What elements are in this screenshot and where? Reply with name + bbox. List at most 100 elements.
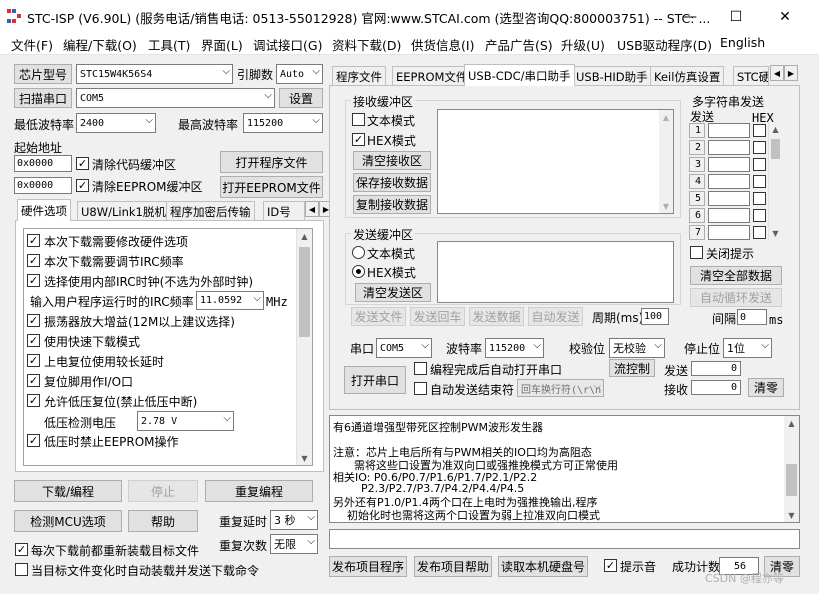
eeprom-address-input[interactable]: 0x0000 [14, 177, 72, 194]
menu-debug[interactable]: 调试接口(G) [253, 35, 322, 54]
stop-bits-select[interactable]: 1位 ⌵ [723, 338, 772, 358]
minimize-button[interactable]: — [667, 0, 713, 33]
multi-row-hex-checkbox[interactable] [753, 175, 766, 188]
serial-port-select[interactable]: COM5 ⌵ [376, 338, 432, 358]
multi-row-input[interactable] [708, 225, 750, 240]
send-textarea[interactable] [437, 241, 674, 303]
tab-program-file[interactable]: 程序文件 [332, 66, 386, 86]
beep-checkbox[interactable] [604, 559, 617, 572]
tab-keil-debug[interactable]: Keil仿真设置 [650, 66, 725, 86]
info-message-area[interactable]: 有6通道增强型带死区控制PWM波形发生器 注意：芯片上电后所有与PWM相关的IO口… [329, 415, 800, 523]
open-eeprom-file-button[interactable]: 打开EEPROM文件 [220, 176, 323, 198]
chevron-left-icon[interactable]: ◀ [770, 65, 784, 81]
scan-port-button[interactable]: 扫描串口 [14, 88, 72, 108]
auto-open-port-checkbox[interactable] [414, 362, 427, 375]
tab-u8w-link1[interactable]: U8W/Link1脱机 [77, 201, 170, 221]
scroll-down-icon[interactable]: ▼ [784, 508, 799, 522]
scroll-thumb[interactable] [786, 464, 797, 496]
receive-scrollbar[interactable]: ▲ ▼ [659, 110, 673, 213]
close-hint-checkbox[interactable] [690, 246, 703, 259]
auto-loop-send-button[interactable]: 自动循环发送 [690, 288, 782, 307]
menu-tools[interactable]: 工具(T) [148, 35, 190, 54]
multi-row-hex-checkbox[interactable] [753, 192, 766, 205]
menu-ads[interactable]: 产品广告(S) [485, 35, 553, 54]
menu-program[interactable]: 编程/下载(O) [63, 35, 137, 54]
multi-row-input[interactable] [708, 174, 750, 189]
chevron-left-icon[interactable]: ◀ [305, 201, 319, 217]
irc-frequency-select[interactable]: 11.0592 ⌵ [196, 291, 264, 310]
option-checkbox[interactable] [27, 434, 40, 447]
clear-eeprom-checkbox[interactable] [76, 179, 89, 192]
newline-select[interactable]: 回车换行符(\r\n) ⌵ [517, 379, 604, 397]
send-return-button[interactable]: 发送回车 [410, 307, 465, 326]
option-checkbox[interactable] [27, 274, 40, 287]
scroll-up-icon[interactable]: ▲ [297, 229, 312, 243]
pin-count-select[interactable]: Auto ⌵ [276, 64, 323, 84]
baud-rate-select[interactable]: 115200 ⌵ [485, 338, 544, 358]
multi-row-input[interactable] [708, 157, 750, 172]
chevron-right-icon[interactable]: ▶ [784, 65, 798, 81]
multi-string-scrollbar[interactable]: ▲ ▼ [768, 122, 782, 240]
multi-row-input[interactable] [708, 140, 750, 155]
detect-mcu-button[interactable]: 检测MCU选项 [14, 510, 122, 532]
option-checkbox[interactable] [27, 254, 40, 267]
repeat-program-button[interactable]: 重复编程 [205, 480, 313, 502]
menu-interface[interactable]: 界面(L) [201, 35, 243, 54]
scroll-up-icon[interactable]: ▲ [769, 122, 782, 136]
send-hex-mode-radio[interactable] [352, 265, 365, 278]
scroll-thumb[interactable] [299, 247, 310, 337]
save-receive-button[interactable]: 保存接收数据 [353, 173, 431, 192]
repeat-count-select[interactable]: 无限 ⌵ [270, 534, 318, 554]
multi-row-hex-checkbox[interactable] [753, 226, 766, 239]
publish-program-button[interactable]: 发布项目程序 [329, 556, 407, 577]
clear-all-data-button[interactable]: 清空全部数据 [690, 266, 782, 285]
scroll-down-icon[interactable]: ▼ [297, 451, 312, 465]
recv-hex-mode-checkbox[interactable] [352, 133, 365, 146]
menu-supply[interactable]: 供货信息(I) [411, 35, 474, 54]
option-checkbox[interactable] [27, 234, 40, 247]
tab-usb-cdc-serial[interactable]: USB-CDC/串口助手 [464, 64, 575, 86]
period-input[interactable]: 100 [641, 308, 669, 325]
auto-send-button[interactable]: 自动发送 [528, 307, 583, 326]
scroll-thumb[interactable] [771, 139, 780, 159]
option-checkbox[interactable] [27, 394, 40, 407]
auto-send-terminator-checkbox[interactable] [414, 382, 427, 395]
recv-text-mode-checkbox[interactable] [352, 113, 365, 126]
publish-help-button[interactable]: 发布项目帮助 [414, 556, 492, 577]
lvd-select[interactable]: 2.78 V ⌵ [137, 411, 234, 431]
copy-receive-button[interactable]: 复制接收数据 [353, 195, 431, 214]
menu-docs[interactable]: 资料下载(D) [332, 35, 401, 54]
multi-row-input[interactable] [708, 123, 750, 138]
interval-input[interactable]: 0 [737, 309, 767, 325]
read-disk-id-button[interactable]: 读取本机硬盘号 [498, 556, 588, 577]
parity-select[interactable]: 无校验 ⌵ [609, 338, 665, 358]
clear-counts-button[interactable]: 清零 [748, 378, 784, 397]
stop-button[interactable]: 停止 [128, 480, 198, 502]
auto-load-checkbox[interactable] [15, 563, 28, 576]
tab-eeprom-file[interactable]: EEPROM文件 [392, 66, 472, 86]
multi-row-input[interactable] [708, 191, 750, 206]
reload-before-download-checkbox[interactable] [15, 543, 28, 556]
settings-button[interactable]: 设置 [279, 88, 323, 108]
chip-type-button[interactable]: 芯片型号 [14, 64, 72, 84]
multi-row-input[interactable] [708, 208, 750, 223]
max-baud-select[interactable]: 115200 ⌵ [243, 113, 323, 133]
tab-usb-hid[interactable]: USB-HID助手 [572, 66, 652, 86]
help-button[interactable]: 帮助 [128, 510, 198, 532]
scroll-down-icon[interactable]: ▼ [769, 226, 782, 240]
clear-code-checkbox[interactable] [76, 157, 89, 170]
send-file-button[interactable]: 发送文件 [351, 307, 406, 326]
option-checkbox[interactable] [27, 314, 40, 327]
scroll-up-icon[interactable]: ▲ [659, 110, 673, 124]
multi-row-hex-checkbox[interactable] [753, 141, 766, 154]
menu-upgrade[interactable]: 升级(U) [561, 35, 605, 54]
menu-file[interactable]: 文件(F) [11, 35, 53, 54]
menu-english[interactable]: English [720, 35, 765, 50]
code-address-input[interactable]: 0x0000 [14, 155, 72, 172]
send-data-button[interactable]: 发送数据 [469, 307, 524, 326]
tab-id-number[interactable]: ID号 [263, 201, 305, 221]
multi-row-hex-checkbox[interactable] [753, 124, 766, 137]
multi-row-hex-checkbox[interactable] [753, 158, 766, 171]
message-scrollbar[interactable]: ▲ ▼ [784, 416, 799, 522]
port-select[interactable]: COM5 ⌵ [76, 88, 275, 108]
